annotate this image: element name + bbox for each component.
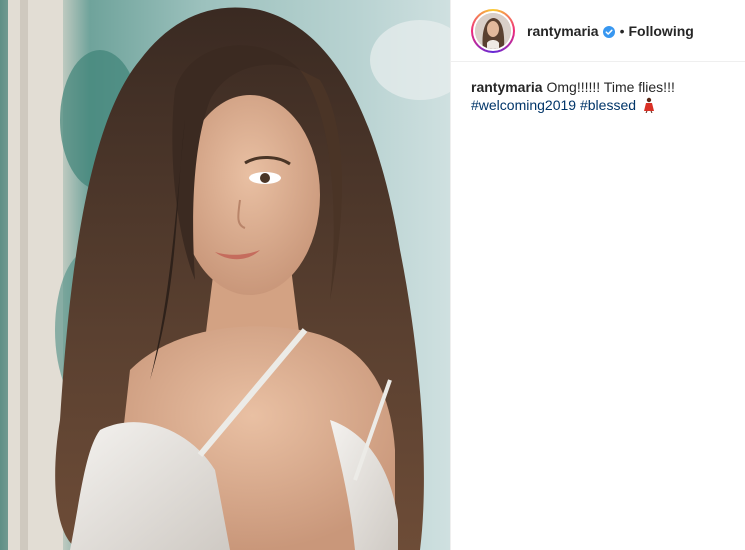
caption-username[interactable]: rantymaria	[471, 79, 543, 95]
avatar-image	[475, 12, 511, 49]
post-photo[interactable]	[0, 0, 450, 550]
avatar[interactable]	[475, 12, 511, 49]
caption-text: Omg!!!!!! Time flies!!!	[546, 79, 675, 95]
header-username[interactable]: rantymaria	[527, 23, 599, 39]
post-header: rantymaria • Following	[451, 0, 745, 62]
dancer-emoji-icon	[642, 97, 656, 114]
following-button[interactable]: Following	[629, 23, 694, 39]
hashtag-blessed[interactable]: #blessed	[580, 97, 636, 113]
post-sidebar: rantymaria • Following rantymaria Omg!!!…	[450, 0, 745, 550]
portrait-image	[0, 0, 450, 550]
avatar-frame	[473, 10, 513, 51]
instagram-post: rantymaria • Following rantymaria Omg!!!…	[0, 0, 745, 550]
post-caption: rantymaria Omg!!!!!! Time flies!!! #welc…	[451, 62, 745, 114]
hashtag-welcoming2019[interactable]: #welcoming2019	[471, 97, 576, 113]
avatar-story-ring[interactable]	[471, 8, 515, 53]
header-separator: •	[619, 22, 625, 39]
verified-badge-icon	[602, 25, 615, 38]
